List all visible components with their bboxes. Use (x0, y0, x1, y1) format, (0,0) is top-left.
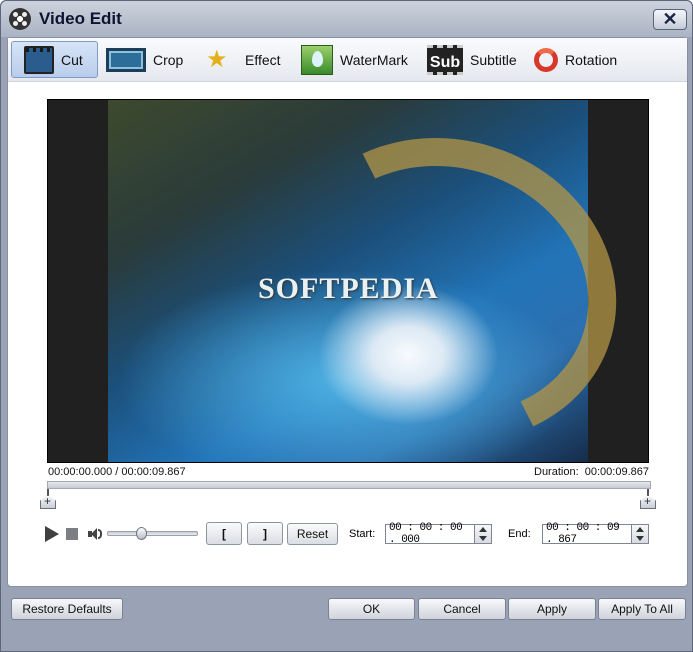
set-end-button[interactable]: ] (247, 522, 283, 545)
timeline-track[interactable] (47, 481, 651, 489)
video-frame: SOFTPEDIA (108, 100, 648, 462)
time-readout: 00:00:00.000 / 00:00:09.867 Duration: 00… (47, 465, 649, 479)
tab-effect-label: Effect (245, 51, 281, 68)
tab-watermark-label: WaterMark (340, 51, 408, 68)
apply-to-all-button[interactable]: Apply To All (598, 598, 686, 620)
close-button[interactable]: ✕ (653, 9, 687, 30)
tab-rotation-label: Rotation (565, 51, 618, 68)
film-reel-icon (9, 8, 31, 30)
tab-subtitle-label: Subtitle (470, 51, 517, 68)
end-time-spinner[interactable] (632, 524, 649, 544)
tab-subtitle[interactable]: Sub Subtitle (427, 41, 517, 78)
tab-effect[interactable]: Effect (206, 41, 281, 78)
tab-rotation[interactable]: Rotation (534, 41, 617, 78)
position-readout: 00:00:00.000 / 00:00:09.867 (48, 466, 186, 478)
start-label: Start: (349, 528, 376, 540)
film-cut-icon (24, 45, 54, 74)
star-effect-icon (206, 45, 230, 74)
play-icon[interactable] (45, 526, 59, 542)
end-marker-handle[interactable] (640, 489, 656, 509)
watermark-drop-icon (301, 44, 333, 75)
tab-crop-label: Crop (153, 51, 184, 68)
volume-slider[interactable] (107, 527, 198, 540)
crop-icon (106, 47, 146, 72)
apply-button[interactable]: Apply (508, 598, 596, 620)
video-preview: SOFTPEDIA (47, 99, 649, 463)
edit-toolbar: Cut Crop Effect WaterMark Sub Subtitle R… (8, 38, 687, 82)
duration-value: 00:00:09.867 (584, 466, 649, 478)
start-time-spinner[interactable] (475, 524, 492, 544)
subtitle-icon: Sub (427, 44, 463, 75)
end-time-field[interactable]: 00 : 00 : 09 . 867 (542, 522, 632, 546)
restore-defaults-button[interactable]: Restore Defaults (11, 598, 123, 620)
volume-slider-knob[interactable] (136, 527, 147, 540)
video-edit-window: Video Edit ✕ Cut Crop Effect WaterMark S… (0, 0, 693, 652)
tab-watermark[interactable]: WaterMark (301, 41, 408, 78)
start-time-field[interactable]: 00 : 00 : 00 . 000 (385, 522, 475, 546)
rotation-icon (534, 47, 558, 72)
start-marker-handle[interactable] (40, 489, 56, 509)
reset-button[interactable]: Reset (287, 523, 338, 545)
tab-crop[interactable]: Crop (106, 41, 183, 78)
title-bar: Video Edit ✕ (1, 1, 692, 37)
duration-label: Duration: (534, 466, 579, 478)
window-title: Video Edit (39, 9, 122, 28)
edit-panel: Cut Crop Effect WaterMark Sub Subtitle R… (7, 37, 688, 587)
cancel-button[interactable]: Cancel (418, 598, 506, 620)
video-watermark-text: SOFTPEDIA (258, 272, 439, 305)
tab-cut-label: Cut (61, 51, 83, 68)
set-start-button[interactable]: [ (206, 522, 242, 545)
volume-icon[interactable] (88, 527, 102, 541)
ok-button[interactable]: OK (328, 598, 415, 620)
end-label: End: (508, 528, 531, 540)
stop-icon[interactable] (66, 528, 78, 540)
duration-readout: Duration: 00:00:09.867 (534, 466, 649, 478)
tab-cut[interactable]: Cut (11, 41, 98, 78)
